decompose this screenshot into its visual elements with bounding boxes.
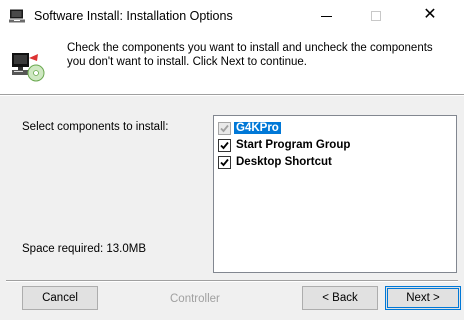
cancel-button[interactable]: Cancel: [22, 286, 98, 310]
component-label: Start Program Group: [236, 139, 351, 151]
components-list[interactable]: G4KPro Start Program Group Desktop Short…: [213, 115, 457, 273]
header-description: Check the components you want to install…: [67, 42, 433, 68]
header-panel: Check the components you want to install…: [0, 32, 464, 94]
close-icon: ✕: [423, 6, 437, 23]
branding-text: Controller: [170, 293, 220, 305]
maximize-icon: [371, 11, 381, 21]
app-icon: [9, 9, 25, 23]
space-required-label: Space required: 13.0MB: [22, 243, 147, 255]
component-checkbox[interactable]: [218, 155, 231, 169]
title-bar[interactable]: Software Install: Installation Options ✕: [0, 0, 464, 32]
minimize-icon: [321, 16, 332, 17]
component-item-g4kpro[interactable]: G4KPro: [218, 120, 281, 136]
back-button[interactable]: < Back: [302, 286, 378, 310]
header-separator-highlight: [0, 95, 464, 96]
component-label: G4KPro: [234, 122, 281, 134]
minimize-button[interactable]: [304, 0, 348, 32]
select-components-label: Select components to install:: [22, 121, 169, 133]
installer-computer-icon: [12, 52, 46, 84]
component-item-start-program-group[interactable]: Start Program Group: [218, 137, 352, 153]
component-item-desktop-shortcut[interactable]: Desktop Shortcut: [218, 154, 334, 170]
window-title: Software Install: Installation Options: [34, 9, 233, 23]
component-checkbox[interactable]: [218, 138, 231, 152]
component-label: Desktop Shortcut: [236, 156, 332, 168]
component-checkbox[interactable]: [218, 121, 231, 135]
next-button[interactable]: Next >: [385, 286, 461, 310]
maximize-button[interactable]: [354, 0, 398, 32]
installer-window: Software Install: Installation Options ✕…: [0, 0, 464, 320]
footer-separator-highlight: [6, 281, 458, 282]
close-button[interactable]: ✕: [408, 0, 452, 32]
next-button-label: Next >: [387, 288, 459, 308]
